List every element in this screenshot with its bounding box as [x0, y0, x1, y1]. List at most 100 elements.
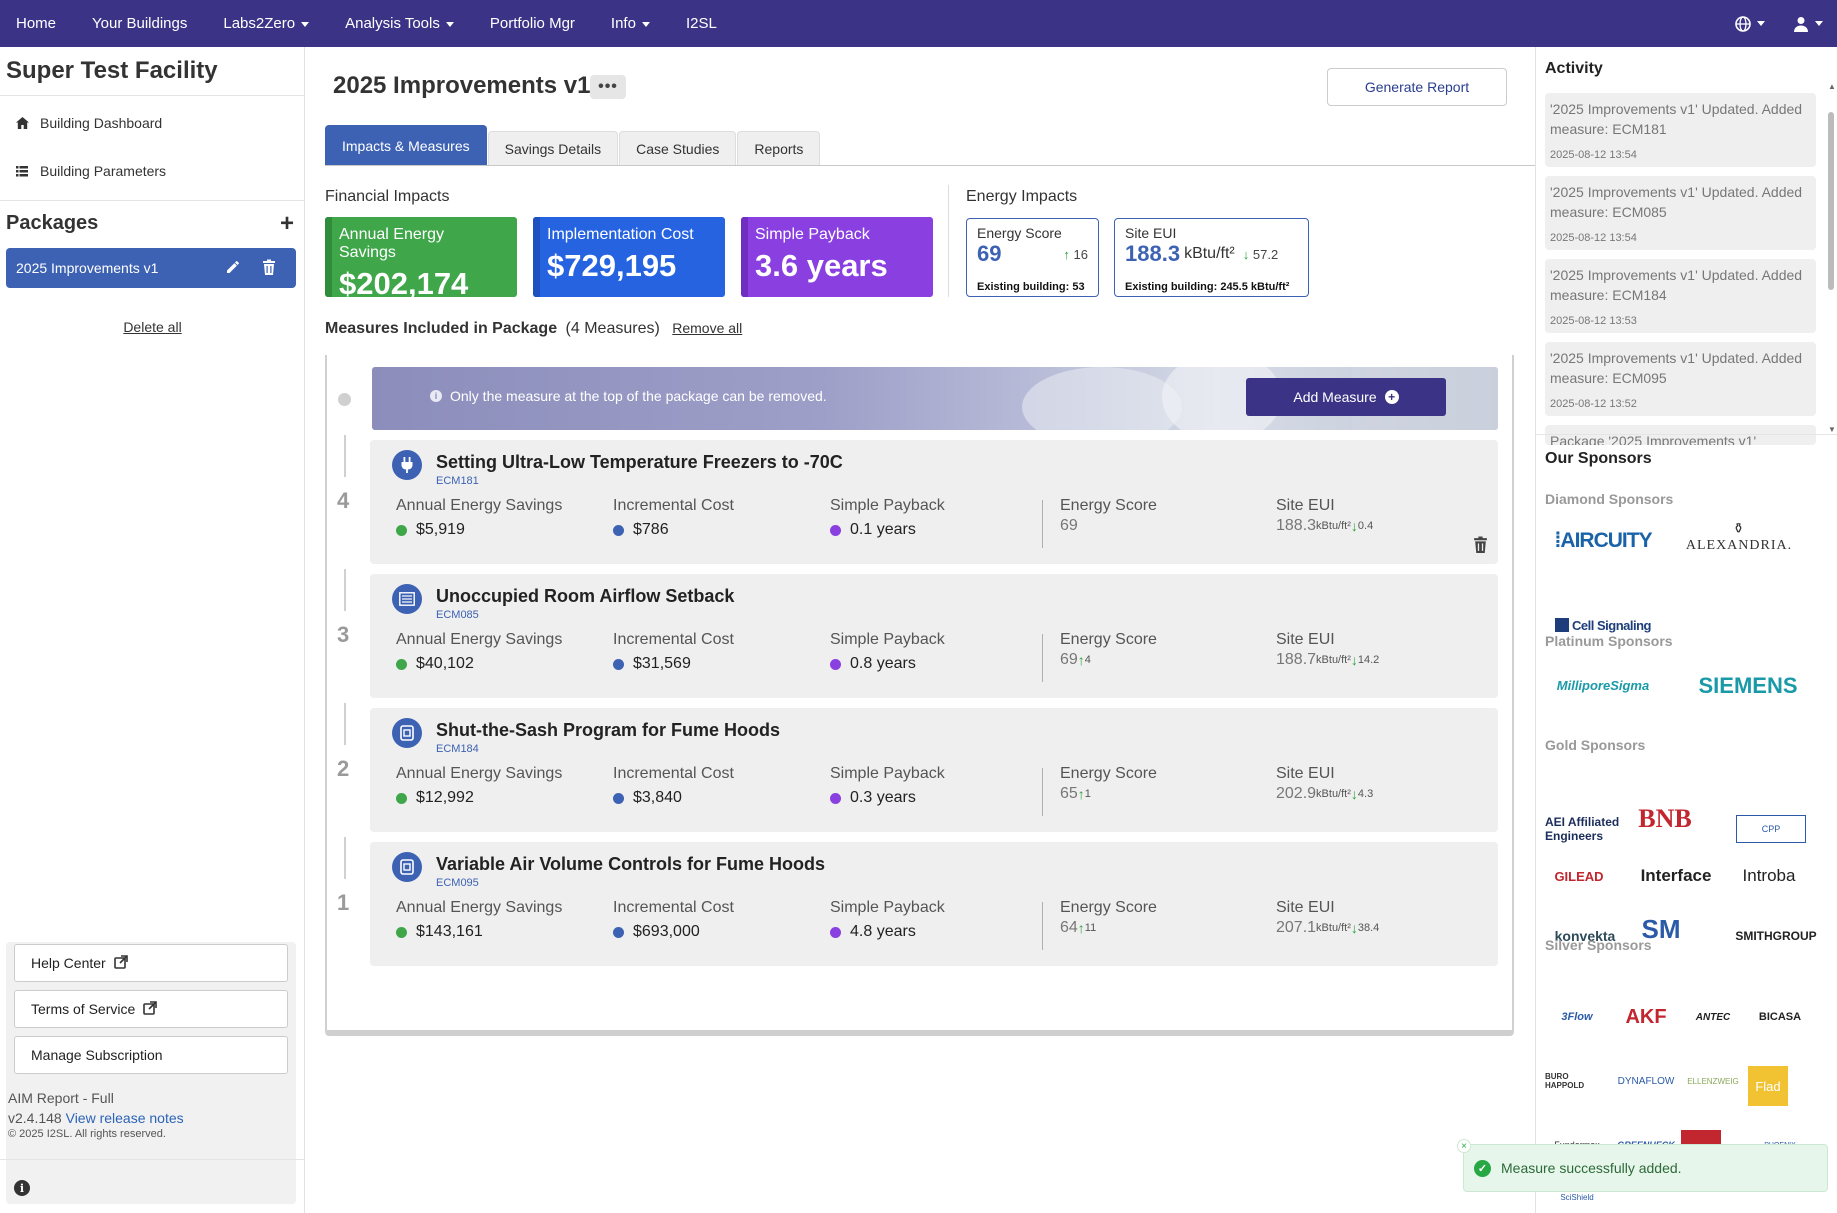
nav-analysis-tools[interactable]: Analysis Tools: [327, 15, 472, 32]
sponsor-logo[interactable]: Interface: [1636, 862, 1716, 890]
measure-rank: 4: [337, 488, 350, 513]
sponsor-logo[interactable]: BNB: [1635, 804, 1695, 833]
more-options-button[interactable]: •••: [590, 75, 626, 99]
sidebar-link-building-parameters[interactable]: Building Parameters: [14, 163, 166, 179]
cost-value: $786: [633, 521, 669, 538]
remove-measure-trash-icon[interactable]: [1473, 536, 1488, 558]
package-item-selected[interactable]: 2025 Improvements v1: [6, 248, 296, 288]
sponsor-logo[interactable]: ELLENZWEIG: [1681, 1066, 1745, 1096]
cost-column: Incremental Cost $3,840: [613, 765, 734, 807]
tab-impacts-measures[interactable]: Impacts & Measures: [325, 125, 487, 165]
sponsor-logo[interactable]: Introba: [1730, 862, 1808, 890]
sidebar-link-building-dashboard[interactable]: Building Dashboard: [14, 115, 162, 131]
status-dot: [396, 792, 407, 804]
remove-all-link[interactable]: Remove all: [672, 320, 742, 336]
trash-icon[interactable]: [262, 259, 276, 278]
sponsor-logo[interactable]: SMITHGROUP: [1735, 922, 1816, 950]
annual-energy-savings-card: Annual Energy Savings $202,174: [325, 217, 517, 301]
sponsor-logo[interactable]: AEI Affiliated Engineers: [1545, 815, 1621, 843]
sponsor-logo-alexandria[interactable]: ⚱ ALEXANDRIA.: [1681, 513, 1797, 561]
sponsor-logo[interactable]: 3Flow: [1545, 1002, 1609, 1032]
sponsor-logo[interactable]: BICASA: [1748, 1002, 1812, 1032]
caret-down-icon: [1757, 21, 1765, 26]
sponsor-logo[interactable]: DYNAFLOW: [1614, 1066, 1678, 1096]
arrow-down-icon: ↓: [1350, 518, 1358, 534]
plan-info: AIM Report - Full v2.4.148 View release …: [8, 1088, 184, 1128]
tab-case-studies[interactable]: Case Studies: [619, 131, 737, 165]
sponsor-logo-aircuity[interactable]: ⁞ AIRCUITY: [1545, 523, 1661, 559]
terms-of-service-button[interactable]: Terms of Service: [14, 990, 288, 1028]
close-toast-icon[interactable]: ×: [1457, 1139, 1471, 1153]
arrow-down-icon: ↓: [1350, 920, 1358, 936]
measure-rank: 3: [337, 622, 350, 647]
divider: [0, 1159, 304, 1160]
sponsor-logo[interactable]: GILEAD: [1545, 862, 1613, 890]
nav-home[interactable]: Home: [0, 15, 74, 32]
savings-value: $40,102: [416, 655, 474, 672]
sponsor-logo[interactable]: ANTEC: [1681, 1002, 1745, 1032]
activity-text: '2025 Improvements v1' Updated. Added me…: [1550, 101, 1803, 137]
measure-code[interactable]: ECM085: [436, 609, 479, 621]
measure-code[interactable]: ECM184: [436, 743, 479, 755]
nav-labs2zero[interactable]: Labs2Zero: [205, 15, 327, 32]
activity-item: '2025 Improvements v1' Updated. Added me…: [1545, 93, 1816, 167]
banner-note-text: Only the measure at the top of the packa…: [450, 388, 827, 404]
packages-heading: Packages: [6, 212, 99, 234]
scroll-down-icon[interactable]: ▼: [1828, 425, 1836, 434]
nav-info[interactable]: Info: [593, 15, 668, 32]
sponsor-logo[interactable]: BURO HAPPOLD: [1545, 1066, 1609, 1096]
energy-score-delta: 16: [1073, 246, 1088, 262]
nav-i2sl[interactable]: I2SL: [668, 15, 735, 32]
card-label: Implementation Cost: [547, 226, 694, 243]
delete-all-link[interactable]: Delete all: [0, 319, 305, 335]
nav-i2sl-label: I2SL: [685, 15, 717, 32]
sponsor-logo[interactable]: CPP: [1736, 815, 1806, 843]
payback-value: 4.8 years: [850, 923, 916, 940]
edit-icon[interactable]: [225, 259, 241, 278]
release-notes-link[interactable]: View release notes: [66, 1110, 184, 1126]
measure-card: Variable Air Volume Controls for Fume Ho…: [370, 842, 1498, 966]
divider: [325, 165, 1535, 166]
help-center-label: Help Center: [31, 955, 106, 971]
nav-your-buildings[interactable]: Your Buildings: [74, 15, 205, 32]
measures-panel: i Only the measure at the top of the pack…: [325, 355, 1514, 1036]
eui-column: Site EUI 207.1 kBtu/ft² ↓ 38.4: [1276, 899, 1379, 937]
generate-report-button[interactable]: Generate Report: [1327, 68, 1507, 106]
measure-rank: 1: [337, 890, 350, 915]
column-label: Energy Score: [1060, 631, 1157, 648]
sponsor-name: AIRCUITY: [1560, 529, 1652, 552]
sponsor-logo[interactable]: AKF: [1614, 1002, 1678, 1032]
copyright: © 2025 I2SL. All rights reserved.: [8, 1128, 166, 1140]
savings-value: $12,992: [416, 789, 474, 806]
eui-unit: kBtu/ft²: [1316, 922, 1351, 934]
activity-date: 2025-08-12 13:52: [1550, 398, 1637, 410]
card-value: $729,195: [547, 248, 677, 283]
measure-code[interactable]: ECM181: [436, 475, 479, 487]
sponsor-logo-siemens[interactable]: SIEMENS: [1681, 671, 1815, 701]
info-icon[interactable]: i: [14, 1180, 30, 1196]
column-label: Energy Score: [1060, 899, 1157, 916]
add-package-button[interactable]: +: [280, 212, 294, 236]
arrow-up-icon: ↑: [1077, 920, 1085, 936]
activity-scrollbar[interactable]: [1828, 112, 1834, 290]
eui-unit: kBtu/ft²: [1316, 788, 1351, 800]
user-menu[interactable]: [1779, 16, 1837, 32]
measure-code[interactable]: ECM095: [436, 877, 479, 889]
sponsor-logo[interactable]: Flad: [1748, 1066, 1788, 1106]
column-label: Site EUI: [1276, 765, 1335, 782]
language-menu[interactable]: [1721, 15, 1779, 32]
nav-portfolio-mgr[interactable]: Portfolio Mgr: [472, 15, 593, 32]
tab-reports[interactable]: Reports: [737, 131, 821, 165]
help-center-button[interactable]: Help Center: [14, 944, 288, 982]
eui-delta: 38.4: [1357, 922, 1380, 934]
measures-heading: Measures Included in Package (4 Measures…: [325, 320, 742, 338]
add-measure-button[interactable]: Add Measure +: [1246, 378, 1446, 416]
status-dot: [396, 926, 407, 938]
savings-column: Annual Energy Savings $40,102: [396, 631, 562, 673]
sponsor-logo-milliporesigma[interactable]: MilliporeSigma: [1545, 670, 1661, 700]
manage-subscription-button[interactable]: Manage Subscription: [14, 1036, 288, 1074]
scroll-up-icon[interactable]: ▲: [1828, 82, 1836, 91]
manage-subscription-label: Manage Subscription: [31, 1047, 163, 1063]
site-eui-card: Site EUI 188.3 kBtu/ft² ↓ 57.2 Existing …: [1114, 218, 1309, 297]
tab-savings-details[interactable]: Savings Details: [487, 131, 619, 165]
